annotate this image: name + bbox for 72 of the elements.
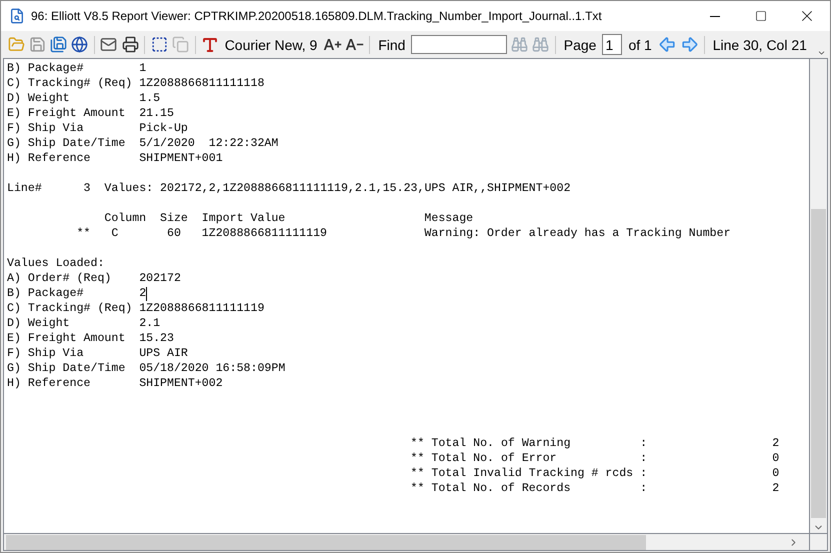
printer-button[interactable] (121, 34, 140, 56)
total-label: Total Invalid Tracking # rcds (431, 466, 634, 481)
field-label: C) Tracking# (Req) (7, 76, 134, 91)
field-value: SHIPMENT+002 (139, 376, 223, 391)
field-label: E) Freight Amount (7, 331, 126, 346)
issue-cell-text: C (111, 226, 120, 241)
field-value: 1Z2088866811111119 (139, 301, 264, 316)
total-colon: : (640, 481, 648, 496)
field-value: 1Z2088866811111118 (139, 76, 264, 91)
report-line: Line# 3 Values: 202172,2,1Z2088866811111119,2.1,15.23,UPS AIR,,SHIPMENT+002 (7, 181, 571, 196)
total-value: 0 (771, 466, 780, 481)
field-value: UPS AIR (139, 346, 188, 361)
field-label: G) Ship Date/Time (7, 361, 126, 376)
find-field[interactable] (411, 35, 508, 54)
app-icon (9, 8, 25, 24)
field-label: F) Ship Via (7, 346, 85, 361)
field-value: 05/18/2020 16:58:09PM (139, 361, 286, 376)
field-value: 2 (139, 286, 146, 301)
globe-button[interactable] (70, 34, 89, 56)
column-header: Import Value (202, 211, 286, 226)
field-label: D) Weight (7, 91, 71, 106)
window-title: 96: Elliott V8.5 Report Viewer: CPTRKIMP.20200518.165809.DLM.Tracking_Number_Import_Journal..1.Txt (31, 9, 603, 23)
report-line: Values Loaded: (7, 256, 104, 271)
issue-cell-text: 60 (167, 226, 182, 241)
field-value: 5/1/2020 12:22:32AM (139, 136, 278, 151)
field-label: E) Freight Amount (7, 106, 126, 121)
field-value: 15.23 (139, 331, 174, 346)
page-label: Page (564, 36, 596, 52)
field-label: H) Reference (7, 151, 92, 166)
page-field[interactable]: 1 (602, 34, 622, 55)
issue-cell-text: 1Z2088866811111119 (202, 226, 328, 241)
field-value: 202172 (139, 271, 181, 286)
total-label: Total No. of Warning (431, 436, 572, 451)
field-label: F) Ship Via (7, 121, 85, 136)
column-header: Column (104, 211, 148, 226)
column-header: Size (160, 211, 189, 226)
page-total: of 1 (628, 36, 652, 52)
total-colon: : (640, 466, 648, 481)
total-marker: ** (410, 481, 426, 496)
maximize-icon (755, 10, 767, 22)
vertical-scrollbar[interactable] (810, 59, 827, 533)
field-label: A) Order# (Req) (7, 271, 112, 286)
field-value: 1.5 (139, 91, 160, 106)
field-label: H) Reference (7, 376, 92, 391)
total-value: 0 (771, 451, 780, 466)
total-label: Total No. of Error (431, 451, 558, 466)
total-colon: : (640, 451, 648, 466)
total-label: Total No. of Records (431, 481, 572, 496)
total-marker: ** (410, 466, 426, 481)
total-marker: ** (410, 451, 426, 466)
horizontal-scrollbar[interactable] (4, 533, 810, 550)
save-button[interactable] (49, 34, 68, 56)
field-value: 21.15 (139, 106, 174, 121)
field-label: D) Weight (7, 316, 71, 331)
font-label: Courier New, 9 (224, 36, 318, 52)
find-label: Find (378, 36, 406, 52)
column-header: Message (424, 211, 474, 226)
field-value: 2.1 (139, 316, 160, 331)
issue-cell: Warning: Order already has a Tracking Number (424, 226, 731, 241)
field-value: 1 (139, 61, 146, 76)
field-value: Pick-Up (139, 121, 188, 136)
field-value: SHIPMENT+001 (139, 151, 223, 166)
field-label: G) Ship Date/Time (7, 136, 126, 151)
cursor-position: Line 30, Col 21 (712, 36, 807, 52)
field-label: B) Package# (7, 286, 85, 301)
total-colon: : (640, 436, 648, 451)
field-label: C) Tracking# (Req) (7, 301, 134, 316)
total-value: 2 (771, 481, 780, 496)
issue-marker: ** (76, 226, 92, 241)
total-marker: ** (410, 436, 426, 451)
total-value: 2 (771, 436, 780, 451)
field-label: B) Package# (7, 61, 85, 76)
